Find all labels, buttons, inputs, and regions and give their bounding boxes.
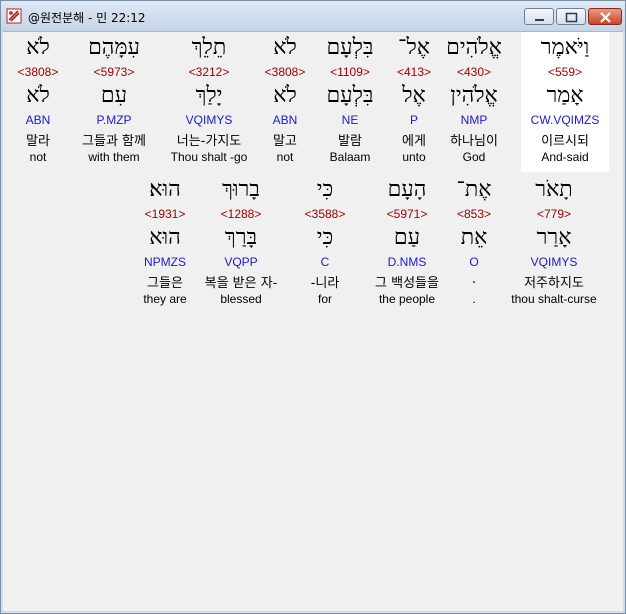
english-gloss: they are bbox=[143, 292, 187, 306]
window-title: @원전분해 - 민 22:12 bbox=[28, 11, 146, 25]
morphology-code: CW.VQIMZS bbox=[530, 113, 600, 127]
close-icon bbox=[600, 12, 611, 23]
word-cell[interactable]: תֵלֵךְ <3212> יָלַךְ VQIMYS 너는-가지도 Thou shalt… bbox=[161, 32, 257, 172]
korean-gloss: 너는-가지도 bbox=[176, 134, 242, 149]
hebrew-lemma: עִם bbox=[100, 83, 128, 108]
korean-gloss: 하나님이 bbox=[450, 134, 498, 149]
minimize-button[interactable] bbox=[524, 8, 554, 25]
morphology-code: P.MZP bbox=[96, 113, 132, 127]
maximize-button[interactable] bbox=[556, 8, 586, 25]
word-cell[interactable]: הוּא׃ <1931> הוּא NPMZS 그들은 they are bbox=[115, 174, 215, 314]
hebrew-lemma: הוּא bbox=[149, 225, 181, 250]
strong-number: <3212> bbox=[188, 65, 230, 79]
hebrew-lemma: בִּלְעָם bbox=[326, 83, 374, 108]
hebrew-lemma: יָלַךְ bbox=[195, 83, 223, 108]
korean-gloss: 발람 bbox=[338, 134, 362, 149]
hebrew-word: עִמָּהֶם bbox=[88, 35, 140, 60]
strong-number: <430> bbox=[456, 65, 492, 79]
hebrew-word: אֶל־ bbox=[398, 35, 430, 60]
hebrew-lemma: אֱלֹהִין bbox=[450, 83, 498, 108]
strong-number: <559> bbox=[547, 65, 583, 79]
morphology-code: NE bbox=[341, 113, 359, 127]
strong-number: <1109> bbox=[330, 65, 370, 79]
word-cell[interactable]: בִּלְעָם <1109> בִּלְעָם NE 발람 Balaam bbox=[320, 32, 380, 172]
english-gloss: with them bbox=[88, 150, 140, 164]
hebrew-lemma: אָמַר bbox=[546, 83, 584, 108]
strong-number: <5973> bbox=[93, 65, 135, 79]
morphology-code: NPMZS bbox=[144, 255, 186, 269]
word-cell[interactable]: וַיֹּאמֶר <559> אָמַר CW.VQIMZS 이르시되 And-said bbox=[521, 32, 609, 172]
korean-gloss: 그들은 bbox=[147, 276, 183, 291]
strong-number: <1931> bbox=[144, 207, 186, 221]
app-logo-icon[interactable] bbox=[6, 8, 22, 24]
morphology-code: ABN bbox=[272, 113, 298, 127]
morphology-code: VQIMYS bbox=[185, 113, 233, 127]
morphology-code: ABN bbox=[25, 113, 51, 127]
word-cell[interactable]: אֶל־ <413> אֶל P 에게 unto bbox=[387, 32, 441, 172]
word-cell[interactable]: לֹא <3808> לֹא ABN 말라 not bbox=[13, 32, 63, 172]
hebrew-word: לֹא bbox=[26, 35, 50, 60]
korean-gloss: 이르시되 bbox=[541, 134, 589, 149]
hebrew-lemma: לֹא bbox=[26, 83, 50, 108]
hebrew-lemma: לֹא bbox=[273, 83, 297, 108]
strong-number: <3808> bbox=[264, 65, 306, 79]
english-gloss: God bbox=[462, 150, 486, 164]
korean-gloss: 말라 bbox=[26, 134, 50, 149]
app-window: @원전분해 - 민 22:12 וַיֹּאמֶר <559> אָמַר CW.VQ… bbox=[0, 0, 626, 614]
hebrew-word: אֱלֹהִים bbox=[446, 35, 502, 60]
korean-gloss: 그들과 함께 bbox=[82, 134, 146, 149]
english-gloss: unto bbox=[402, 150, 426, 164]
hebrew-word: הוּא׃ bbox=[149, 177, 181, 202]
english-gloss: not bbox=[276, 150, 294, 164]
english-gloss: not bbox=[29, 150, 47, 164]
english-gloss: Thou shalt -go bbox=[170, 150, 248, 164]
analysis-panel: וַיֹּאמֶר <559> אָמַר CW.VQIMZS 이르시되 And-said… bbox=[3, 31, 623, 611]
maximize-icon bbox=[565, 12, 578, 23]
strong-number: <3808> bbox=[17, 65, 59, 79]
hebrew-word: וַיֹּאמֶר bbox=[540, 35, 590, 60]
word-cell[interactable]: לֹא <3808> לֹא ABN 말고 not bbox=[259, 32, 311, 172]
close-button[interactable] bbox=[588, 8, 622, 25]
title-bar[interactable]: @원전분해 - 민 22:12 bbox=[1, 1, 625, 31]
english-gloss: And-said bbox=[541, 150, 589, 164]
strong-number: <413> bbox=[396, 65, 432, 79]
minimize-icon bbox=[535, 19, 544, 21]
hebrew-word: בִּלְעָם bbox=[326, 35, 374, 60]
word-cell[interactable]: אֱלֹהִים <430> אֱלֹהִין NMP 하나님이 God bbox=[439, 32, 509, 172]
korean-gloss: 말고 bbox=[273, 134, 297, 149]
english-gloss: Balaam bbox=[329, 150, 371, 164]
morphology-code: P bbox=[409, 113, 418, 127]
word-cell[interactable]: עִמָּהֶם <5973> עִם P.MZP 그들과 함께 with them bbox=[66, 32, 162, 172]
hebrew-lemma: אֶל bbox=[402, 83, 426, 108]
korean-gloss: 에게 bbox=[402, 134, 426, 149]
morphology-code: NMP bbox=[460, 113, 488, 127]
hebrew-word: לֹא bbox=[273, 35, 297, 60]
hebrew-word: תֵלֵךְ bbox=[191, 35, 227, 60]
